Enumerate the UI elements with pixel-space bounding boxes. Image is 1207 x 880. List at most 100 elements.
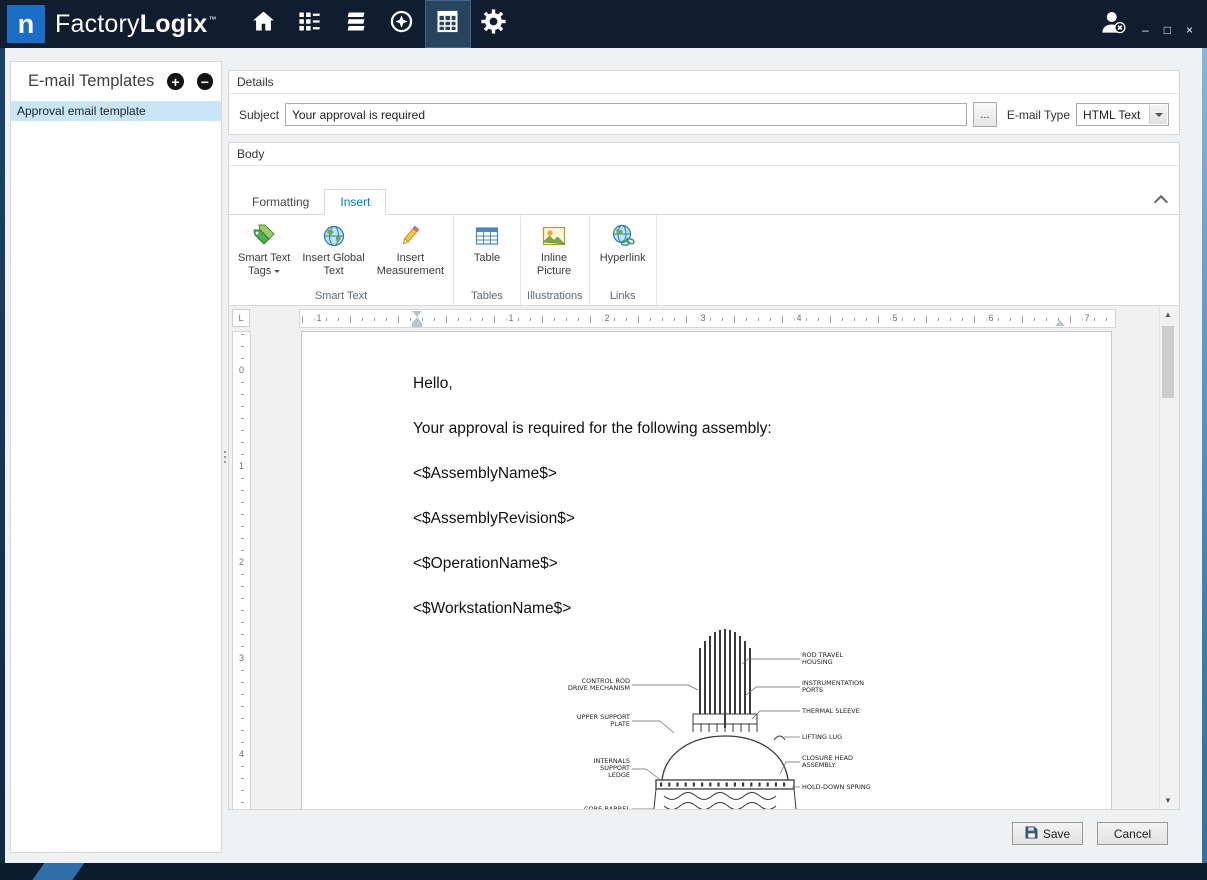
scrollbar-thumb[interactable]	[1162, 326, 1174, 398]
save-floppy-icon	[1025, 826, 1038, 842]
vertical-ruler: 01234	[232, 331, 251, 809]
production-grid-icon	[296, 8, 323, 40]
reactor-assembly-diagram-image[interactable]: CONTROL ROD DRIVE MECHANISM UPPER SUPPOR…	[552, 628, 902, 809]
insert-global-text-button[interactable]: Insert GlobalText	[296, 218, 370, 280]
save-label: Save	[1043, 827, 1070, 841]
nav-templates-button[interactable]	[425, 0, 471, 48]
templates-document-icon	[434, 8, 461, 40]
nav-settings-button[interactable]	[471, 0, 517, 48]
email-type-select[interactable]: HTML Text	[1076, 103, 1169, 126]
ruler-number: 1	[314, 312, 323, 325]
svg-text:ASSEMBLY: ASSEMBLY	[802, 761, 836, 769]
sidebar-title: E-mail Templates	[28, 72, 154, 91]
logout-user-icon[interactable]	[1098, 7, 1128, 42]
insert-measurement-label-1: Insert	[397, 252, 425, 264]
table-button[interactable]: Table	[457, 218, 517, 267]
document-paragraph[interactable]: Hello,	[413, 374, 1111, 393]
tab-formatting[interactable]: Formatting	[237, 190, 324, 214]
email-type-value: HTML Text	[1083, 108, 1140, 122]
ribbon-group-links: Hyperlink Links	[590, 215, 657, 305]
insert-measurement-button[interactable]: InsertMeasurement	[371, 218, 450, 280]
smart-text-tags-label-1: Smart Text	[238, 252, 290, 264]
svg-text:LIFTING LUG: LIFTING LUG	[802, 733, 842, 741]
left-indent-marker[interactable]	[412, 323, 422, 327]
tab-insert[interactable]: Insert	[324, 189, 386, 215]
picture-icon	[541, 222, 567, 249]
document-paragraph[interactable]: Your approval is required for the follow…	[413, 419, 1111, 438]
maximize-button[interactable]: □	[1164, 24, 1171, 36]
svg-text:PLATE: PLATE	[610, 720, 630, 728]
ribbon-group-label-links: Links	[590, 289, 656, 305]
details-groupbox: Details Subject ... E-mail Type HTML Tex…	[228, 70, 1180, 135]
sidebar-header: E-mail Templates + −	[11, 62, 221, 100]
ruler-number: 3	[698, 312, 707, 325]
document-paragraph[interactable]: <$WorkstationName$>	[413, 599, 1111, 618]
ruler-number: 4	[794, 312, 803, 325]
pencil-icon	[397, 222, 423, 249]
editor-scrollbar[interactable]: ▲ ▼	[1159, 306, 1176, 809]
smart-text-tags-label-2: Tags	[248, 265, 271, 277]
email-type-label: E-mail Type	[1007, 108, 1070, 122]
ruler-corner-box[interactable]: L	[232, 309, 250, 327]
add-template-button[interactable]: +	[167, 73, 183, 90]
smart-text-tags-button[interactable]: Smart TextTags	[232, 218, 296, 280]
title-bar: n FactoryLogix™ –	[0, 0, 1207, 48]
nav-production-button[interactable]	[287, 0, 333, 48]
ribbon-tabs: Formatting Insert	[229, 189, 1179, 215]
hyperlink-button[interactable]: Hyperlink	[593, 218, 653, 267]
ruler-number: 3	[239, 652, 244, 664]
titlebar-right: – □ ×	[1098, 0, 1193, 48]
brand-trademark: ™	[208, 15, 216, 24]
hyperlink-globe-icon	[610, 222, 636, 249]
stacked-sheets-icon	[342, 8, 369, 40]
svg-text:PORTS: PORTS	[802, 686, 823, 694]
subject-browse-button[interactable]: ...	[973, 102, 997, 127]
document-page[interactable]: Hello, Your approval is required for the …	[301, 331, 1112, 809]
document-paragraph[interactable]: <$AssemblyRevision$>	[413, 509, 1111, 528]
inline-picture-label-1: Inline	[541, 252, 567, 264]
close-button[interactable]: ×	[1186, 24, 1193, 36]
scroll-down-button[interactable]: ▼	[1160, 792, 1176, 809]
window-controls: – □ ×	[1142, 24, 1193, 36]
document-paragraph[interactable]: <$OperationName$>	[413, 554, 1111, 573]
ribbon-group-tables: Table Tables	[454, 215, 521, 305]
nav-npi-button[interactable]	[379, 0, 425, 48]
inline-picture-label-2: Picture	[537, 265, 571, 277]
ribbon-group-label-smart-text: Smart Text	[229, 289, 453, 305]
cancel-label: Cancel	[1114, 827, 1151, 841]
home-icon	[250, 8, 277, 40]
ruler-number: 2	[602, 312, 611, 325]
details-row: Subject ... E-mail Type HTML Text	[229, 94, 1179, 135]
globe-icon	[321, 222, 347, 249]
body-groupbox: Body Formatting Insert Smart TextTags	[228, 142, 1180, 810]
subject-input[interactable]	[285, 103, 967, 126]
hyperlink-label: Hyperlink	[600, 252, 646, 264]
subject-label: Subject	[239, 108, 279, 122]
svg-text:HOLD-DOWN SPRING: HOLD-DOWN SPRING	[802, 783, 871, 791]
remove-template-button[interactable]: −	[197, 73, 213, 90]
select-arrow-button[interactable]	[1149, 105, 1167, 124]
save-button[interactable]: Save	[1012, 822, 1083, 845]
compass-icon	[388, 8, 415, 40]
insert-global-label-1: Insert Global	[302, 252, 364, 264]
nav-materials-button[interactable]	[333, 0, 379, 48]
ruler-number: 4	[239, 748, 244, 760]
ribbon-group-smart-text: Smart TextTags Insert GlobalText InsertM…	[229, 215, 454, 305]
brand-regular: Factory	[55, 10, 140, 38]
gear-icon	[479, 7, 508, 41]
document-paragraph[interactable]: <$AssemblyName$>	[413, 464, 1111, 483]
minimize-button[interactable]: –	[1142, 24, 1149, 36]
main-content: E-mail Templates + − Approval email temp…	[5, 48, 1202, 863]
table-icon	[474, 222, 500, 249]
app-window: n FactoryLogix™ –	[0, 0, 1207, 880]
inline-picture-button[interactable]: InlinePicture	[524, 218, 584, 280]
smart-text-tags-icon	[251, 222, 277, 249]
svg-text:DRIVE MECHANISM: DRIVE MECHANISM	[568, 684, 630, 692]
cancel-button[interactable]: Cancel	[1097, 822, 1168, 845]
nav-home-button[interactable]	[241, 0, 287, 48]
svg-text:HOUSING: HOUSING	[802, 658, 833, 666]
scroll-up-button[interactable]: ▲	[1160, 306, 1176, 323]
template-list-item[interactable]: Approval email template	[11, 101, 221, 121]
document-body[interactable]: Hello, Your approval is required for the …	[302, 332, 1111, 618]
right-indent-marker[interactable]	[1055, 320, 1065, 326]
